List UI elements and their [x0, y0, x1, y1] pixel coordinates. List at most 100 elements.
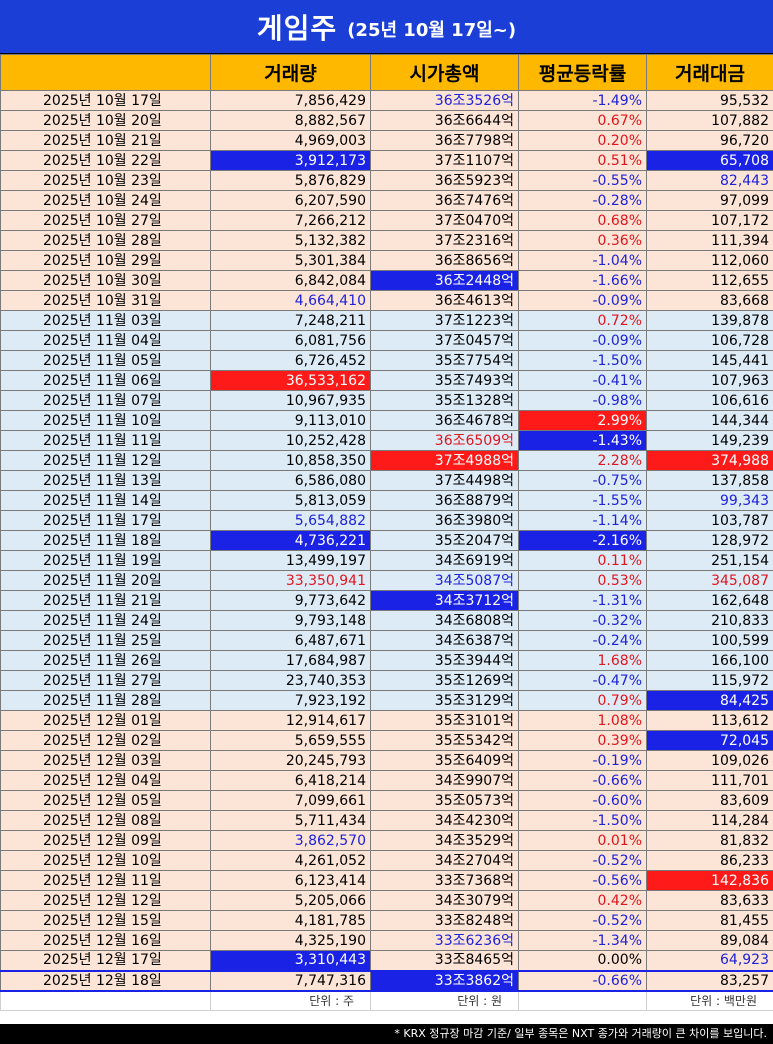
cell-date: 2025년 11월 13일	[0, 470, 211, 491]
cell-date: 2025년 11월 07일	[0, 390, 211, 411]
cell-avg-change: -1.66%	[518, 270, 647, 291]
cell-avg-change: 0.51%	[518, 150, 647, 171]
cell-avg-change: -0.52%	[518, 850, 647, 871]
table-row: 2025년 11월 10일 9,113,010 36조4678억 2.99% 144,3…	[0, 410, 773, 431]
cell-date: 2025년 11월 20일	[0, 570, 211, 591]
cell-market-cap: 36조5923억	[370, 170, 519, 191]
table-row: 2025년 12월 03일 20,245,793 35조6409억 -0.19% 109…	[0, 750, 773, 771]
cell-avg-change: -1.55%	[518, 490, 647, 511]
table-row: 2025년 11월 05일 6,726,452 35조7754억 -1.50% 145,…	[0, 350, 773, 371]
cell-trading-value: 83,633	[646, 890, 773, 911]
cell-volume: 5,132,382	[210, 230, 371, 251]
table-row: 2025년 12월 02일 5,659,555 35조5342억 0.39% 72,04…	[0, 730, 773, 751]
cell-volume: 6,726,452	[210, 350, 371, 371]
page-subtitle: (25년 10월 17일~)	[347, 19, 517, 41]
cell-date: 2025년 11월 05일	[0, 350, 211, 371]
cell-trading-value: 251,154	[646, 550, 773, 571]
cell-volume: 33,350,941	[210, 570, 371, 591]
cell-avg-change: 0.00%	[518, 950, 647, 971]
cell-avg-change: -0.60%	[518, 790, 647, 811]
footer-note: * KRX 정규장 마감 기준/ 일부 종목은 NXT 종가와 거래량이 큰 차…	[0, 1024, 773, 1044]
table-row: 2025년 10월 27일 7,266,212 37조0470억 0.68% 107,1…	[0, 210, 773, 231]
cell-volume: 17,684,987	[210, 650, 371, 671]
table-row: 2025년 11월 07일 10,967,935 35조1328억 -0.98% 106…	[0, 390, 773, 411]
table-row: 2025년 11월 19일 13,499,197 34조6919억 0.11% 251,…	[0, 550, 773, 571]
cell-date: 2025년 10월 30일	[0, 270, 211, 291]
cell-market-cap: 34조3529억	[370, 830, 519, 851]
cell-trading-value: 210,833	[646, 610, 773, 631]
cell-market-cap: 37조0457억	[370, 330, 519, 351]
cell-avg-change: -0.09%	[518, 330, 647, 351]
cell-market-cap: 34조5087억	[370, 570, 519, 591]
cell-market-cap: 36조3980억	[370, 510, 519, 531]
cell-trading-value: 374,988	[646, 450, 773, 471]
cell-market-cap: 37조4988억	[370, 450, 519, 471]
table-row: 2025년 12월 12일 5,205,066 34조3079억 0.42% 83,63…	[0, 890, 773, 911]
cell-market-cap: 37조4498억	[370, 470, 519, 491]
cell-avg-change: -1.49%	[518, 90, 647, 111]
cell-market-cap: 34조2704억	[370, 850, 519, 871]
cell-market-cap: 34조9907억	[370, 770, 519, 791]
cell-volume: 6,842,084	[210, 270, 371, 291]
cell-avg-change: -1.04%	[518, 250, 647, 271]
cell-volume: 4,969,003	[210, 130, 371, 151]
table-row: 2025년 11월 04일 6,081,756 37조0457억 -0.09% 106,…	[0, 330, 773, 351]
header-row: 거래량 시가총액 평균등락률 거래대금	[0, 54, 773, 91]
cell-trading-value: 107,963	[646, 370, 773, 391]
cell-market-cap: 36조4678억	[370, 410, 519, 431]
cell-market-cap: 34조3712억	[370, 590, 519, 611]
table-row: 2025년 12월 18일 7,747,316 33조3862억 -0.66% 83,2…	[0, 969, 773, 992]
table-row: 2025년 12월 10일 4,261,052 34조2704억 -0.52% 86,2…	[0, 850, 773, 871]
cell-date: 2025년 10월 20일	[0, 110, 211, 131]
cell-trading-value: 81,455	[646, 910, 773, 931]
table-row: 2025년 10월 22일 3,912,173 37조1107억 0.51% 65,70…	[0, 150, 773, 171]
cell-volume: 7,248,211	[210, 310, 371, 331]
cell-trading-value: 72,045	[646, 730, 773, 751]
cell-date: 2025년 12월 08일	[0, 810, 211, 831]
header-market-cap: 시가총액	[370, 54, 519, 91]
unit-trading-value: 단위 : 백만원	[646, 990, 773, 1011]
cell-date: 2025년 11월 27일	[0, 670, 211, 691]
cell-trading-value: 95,532	[646, 90, 773, 111]
cell-market-cap: 34조6387억	[370, 630, 519, 651]
table-row: 2025년 11월 20일 33,350,941 34조5087억 0.53% 345,…	[0, 570, 773, 591]
cell-trading-value: 112,060	[646, 250, 773, 271]
cell-avg-change: 0.79%	[518, 690, 647, 711]
table-row: 2025년 10월 20일 8,882,567 36조6644억 0.67% 107,8…	[0, 110, 773, 131]
table-row: 2025년 11월 26일 17,684,987 35조3944억 1.68% 166,…	[0, 650, 773, 671]
table-row: 2025년 10월 29일 5,301,384 36조8656억 -1.04% 112,…	[0, 250, 773, 271]
cell-trading-value: 112,655	[646, 270, 773, 291]
cell-volume: 23,740,353	[210, 670, 371, 691]
cell-date: 2025년 12월 17일	[0, 950, 211, 971]
cell-trading-value: 100,599	[646, 630, 773, 651]
table-row: 2025년 10월 30일 6,842,084 36조2448억 -1.66% 112,…	[0, 270, 773, 291]
cell-date: 2025년 11월 14일	[0, 490, 211, 511]
cell-trading-value: 97,099	[646, 190, 773, 211]
cell-trading-value: 114,284	[646, 810, 773, 831]
cell-trading-value: 64,923	[646, 950, 773, 971]
cell-date: 2025년 11월 28일	[0, 690, 211, 711]
cell-date: 2025년 12월 02일	[0, 730, 211, 751]
unit-date	[0, 990, 211, 1011]
cell-date: 2025년 10월 22일	[0, 150, 211, 171]
table-row: 2025년 11월 06일 36,533,162 35조7493억 -0.41% 107…	[0, 370, 773, 391]
table-row: 2025년 12월 15일 4,181,785 33조8248억 -0.52% 81,4…	[0, 910, 773, 931]
cell-date: 2025년 10월 21일	[0, 130, 211, 151]
cell-avg-change: -1.34%	[518, 930, 647, 951]
cell-date: 2025년 10월 29일	[0, 250, 211, 271]
cell-trading-value: 96,720	[646, 130, 773, 151]
cell-volume: 6,123,414	[210, 870, 371, 891]
cell-trading-value: 103,787	[646, 510, 773, 531]
table-row: 2025년 11월 24일 9,793,148 34조6808억 -0.32% 210,…	[0, 610, 773, 631]
cell-volume: 3,912,173	[210, 150, 371, 171]
cell-market-cap: 35조3101억	[370, 710, 519, 731]
cell-volume: 7,923,192	[210, 690, 371, 711]
cell-market-cap: 36조2448억	[370, 270, 519, 291]
cell-market-cap: 34조6808억	[370, 610, 519, 631]
cell-market-cap: 36조6644억	[370, 110, 519, 131]
cell-date: 2025년 10월 17일	[0, 90, 211, 111]
cell-trading-value: 128,972	[646, 530, 773, 551]
cell-volume: 5,654,882	[210, 510, 371, 531]
cell-volume: 9,113,010	[210, 410, 371, 431]
cell-avg-change: 2.99%	[518, 410, 647, 431]
